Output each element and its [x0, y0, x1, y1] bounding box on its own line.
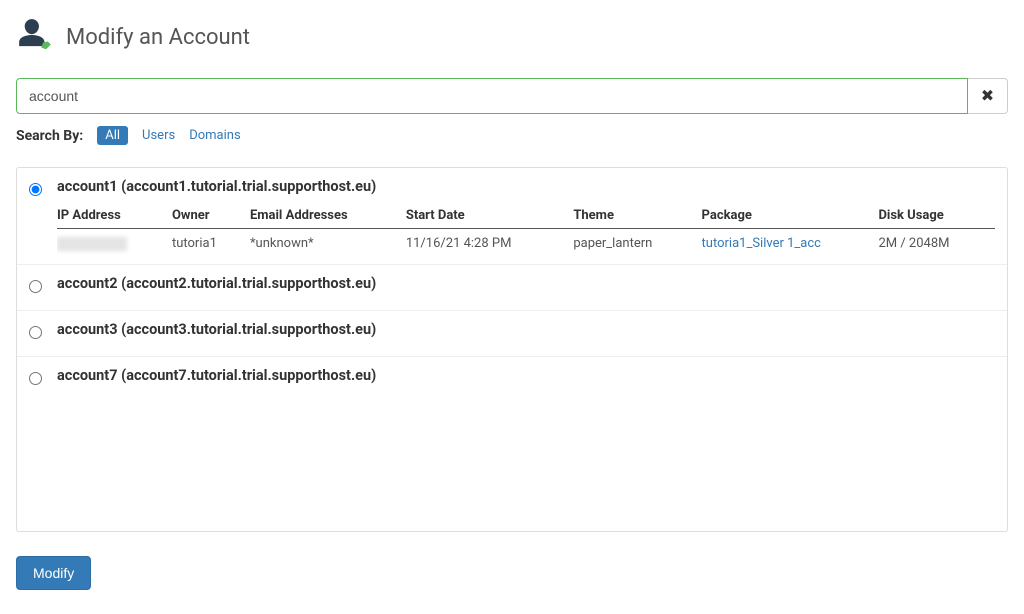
account-detail-table: IP Address Owner Email Addresses Start D… [57, 203, 995, 254]
search-by-label: Search By: [16, 128, 83, 144]
cell-start: 11/16/21 4:28 PM [406, 229, 574, 255]
account-title: account2 (account2.tutorial.trial.suppor… [57, 275, 995, 292]
modify-button[interactable]: Modify [16, 556, 91, 590]
filter-all[interactable]: All [97, 126, 128, 145]
account-title: account7 (account7.tutorial.trial.suppor… [57, 367, 995, 384]
col-start: Start Date [406, 203, 574, 229]
package-link[interactable]: tutoria1_Silver 1_acc [702, 236, 821, 251]
user-edit-icon [16, 16, 54, 58]
search-input[interactable] [16, 78, 968, 114]
account-radio[interactable] [29, 372, 42, 385]
cell-theme: paper_lantern [573, 229, 701, 255]
account-radio[interactable] [29, 183, 42, 196]
ip-redacted [57, 237, 127, 251]
col-ip: IP Address [57, 203, 172, 229]
cell-email: *unknown* [250, 229, 406, 255]
filter-domains[interactable]: Domains [189, 128, 240, 143]
col-package: Package [702, 203, 879, 229]
accounts-panel: account1 (account1.tutorial.trial.suppor… [16, 167, 1008, 532]
search-row: ✖ [16, 78, 1008, 114]
account-radio[interactable] [29, 280, 42, 293]
clear-search-button[interactable]: ✖ [968, 78, 1008, 114]
col-owner: Owner [172, 203, 250, 229]
cell-package: tutoria1_Silver 1_acc [702, 229, 879, 255]
table-row: tutoria1 *unknown* 11/16/21 4:28 PM pape… [57, 229, 995, 255]
cell-disk: 2M / 2048M [878, 229, 995, 255]
close-icon: ✖ [981, 86, 994, 106]
account-title: account3 (account3.tutorial.trial.suppor… [57, 321, 995, 338]
account-row[interactable]: account1 (account1.tutorial.trial.suppor… [17, 168, 1007, 265]
cell-owner: tutoria1 [172, 229, 250, 255]
account-title: account1 (account1.tutorial.trial.suppor… [57, 178, 995, 195]
search-by-row: Search By: All Users Domains [16, 126, 1008, 145]
cell-ip [57, 229, 172, 255]
filter-users[interactable]: Users [142, 128, 175, 143]
page-title: Modify an Account [66, 25, 250, 50]
col-disk: Disk Usage [878, 203, 995, 229]
account-row[interactable]: account7 (account7.tutorial.trial.suppor… [17, 357, 1007, 402]
col-theme: Theme [573, 203, 701, 229]
account-row[interactable]: account3 (account3.tutorial.trial.suppor… [17, 311, 1007, 357]
page-header: Modify an Account [16, 16, 1008, 58]
account-row[interactable]: account2 (account2.tutorial.trial.suppor… [17, 265, 1007, 311]
account-radio[interactable] [29, 326, 42, 339]
col-email: Email Addresses [250, 203, 406, 229]
